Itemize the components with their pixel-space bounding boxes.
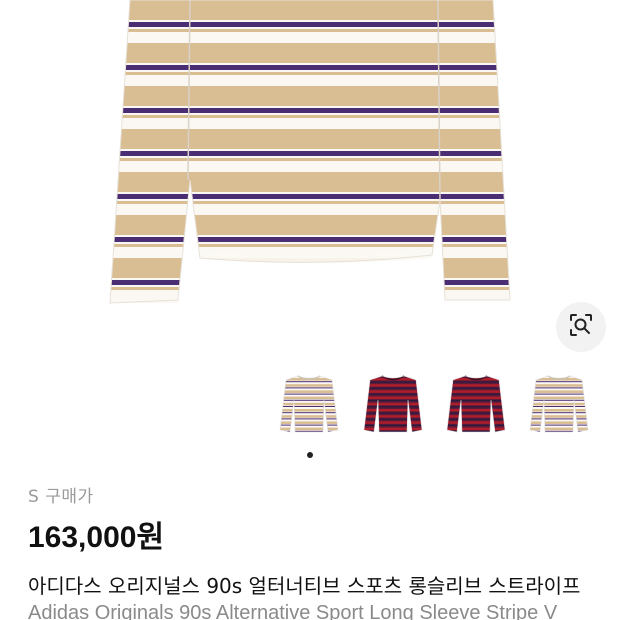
thumbnail-3[interactable] xyxy=(443,370,509,440)
thumbnail-2[interactable] xyxy=(360,370,426,440)
product-title-korean: 아디다스 오리지널스 90s 얼터너티브 스포츠 롱슬리브 스트라이프 xyxy=(28,574,581,598)
thumbnail-4[interactable] xyxy=(526,370,592,440)
size-price-label: S 구매가 xyxy=(28,487,94,507)
striped-longsleeve-image xyxy=(109,0,511,304)
product-price: 163,000원 xyxy=(28,521,165,554)
image-search-button[interactable] xyxy=(556,302,606,352)
product-detail-page: S 구매가 163,000원 아디다스 오리지널스 90s 얼터너티브 스포츠 … xyxy=(0,0,620,620)
gallery-page-indicator xyxy=(307,452,313,458)
product-title-english: Adidas Originals 90s Alternative Sport L… xyxy=(28,602,558,620)
product-main-image[interactable] xyxy=(0,0,620,360)
image-search-icon xyxy=(568,312,594,342)
thumbnail-strip xyxy=(276,370,606,445)
thumbnail-1[interactable] xyxy=(276,370,342,440)
